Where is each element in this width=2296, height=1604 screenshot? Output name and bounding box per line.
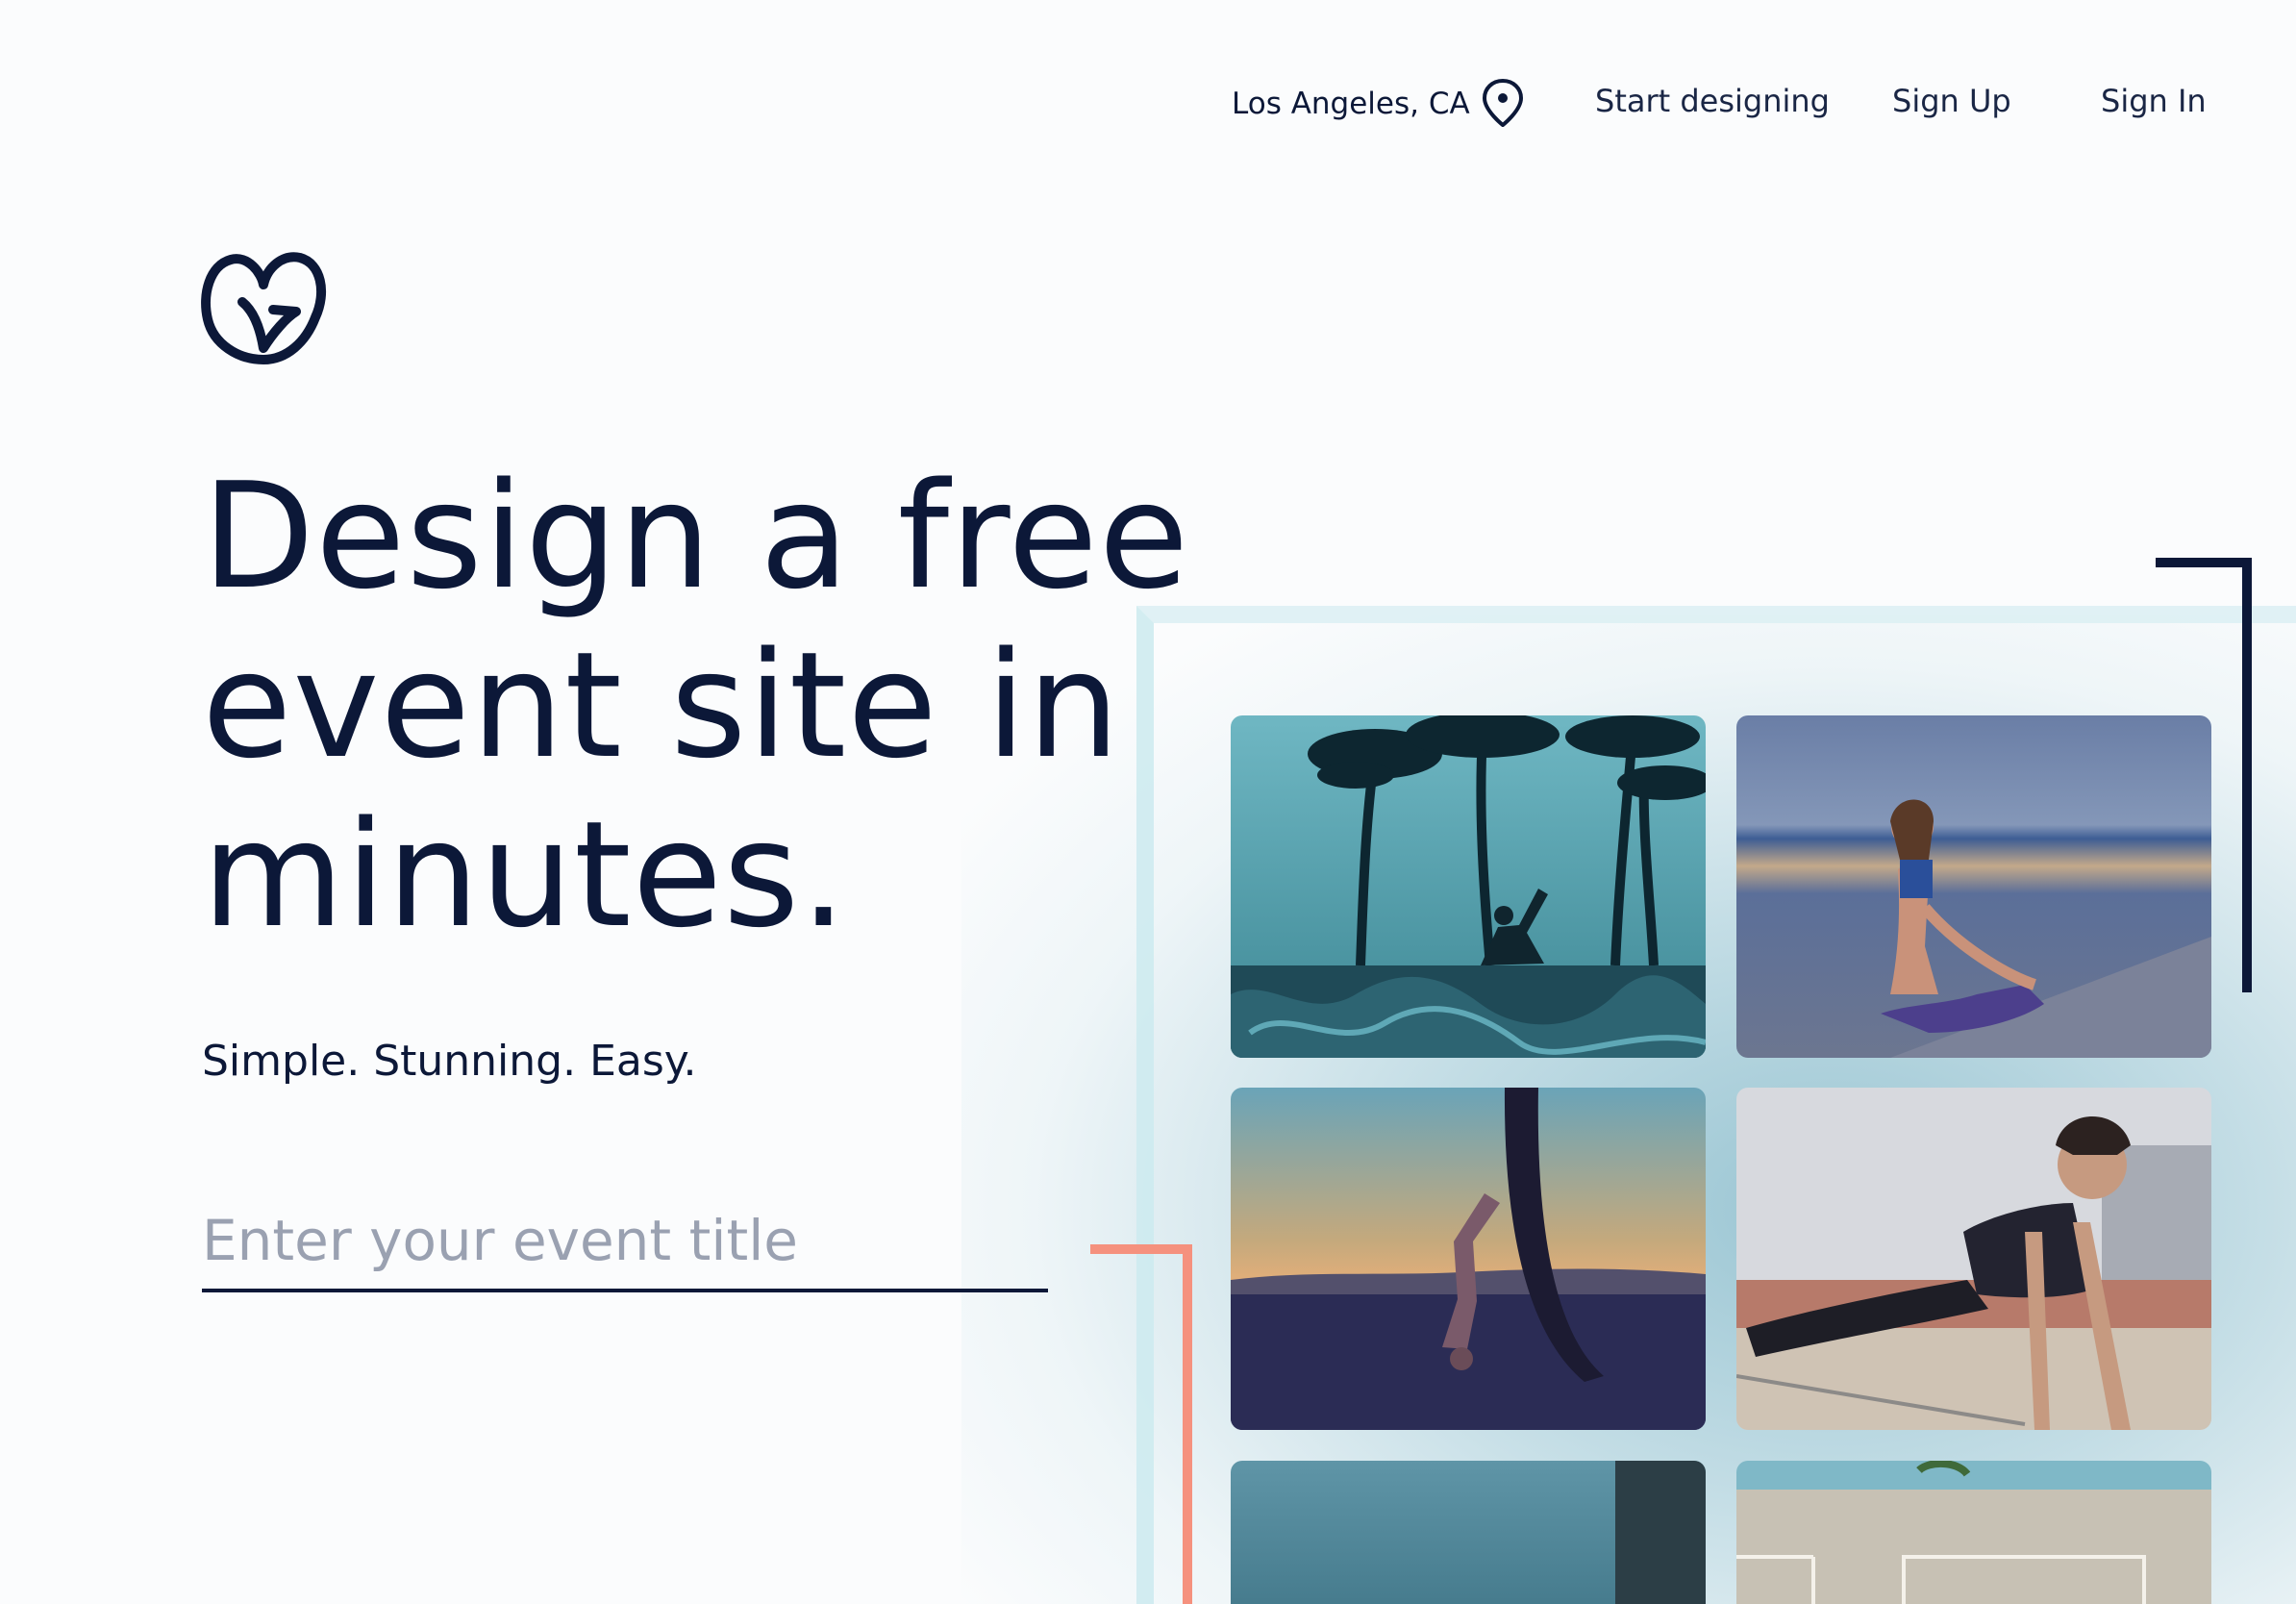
skatepark-photo[interactable]: [1231, 1461, 1706, 1604]
handstand-sunset-photo[interactable]: [1231, 1088, 1706, 1430]
court-wall-photo[interactable]: [1736, 1461, 2211, 1604]
coral-corner-bracket: [1090, 1244, 1192, 1604]
start-designing-link[interactable]: Start designing: [1595, 83, 1830, 119]
yoga-palm-trees-photo[interactable]: [1231, 715, 1706, 1058]
location-label[interactable]: Los Angeles, CA: [1232, 87, 1470, 121]
godaddy-logo-icon[interactable]: [200, 252, 327, 365]
yoga-stretch-beach-photo[interactable]: [1736, 715, 2211, 1058]
pushup-beach-photo[interactable]: [1736, 1088, 2211, 1430]
map-pin-icon[interactable]: [1481, 77, 1525, 129]
event-title-input[interactable]: [202, 1192, 1048, 1292]
sign-up-link[interactable]: Sign Up: [1892, 83, 2011, 119]
sign-in-link[interactable]: Sign In: [2101, 83, 2207, 119]
navy-corner-bracket: [2156, 558, 2252, 992]
page: Los Angeles, CA Start designing Sign Up …: [0, 0, 2296, 1604]
top-nav: Los Angeles, CA Start designing Sign Up …: [1221, 75, 2207, 133]
hero-headline: Design a free event site in minutes.: [202, 451, 1190, 960]
hero-tagline: Simple. Stunning. Easy.: [202, 1037, 697, 1086]
